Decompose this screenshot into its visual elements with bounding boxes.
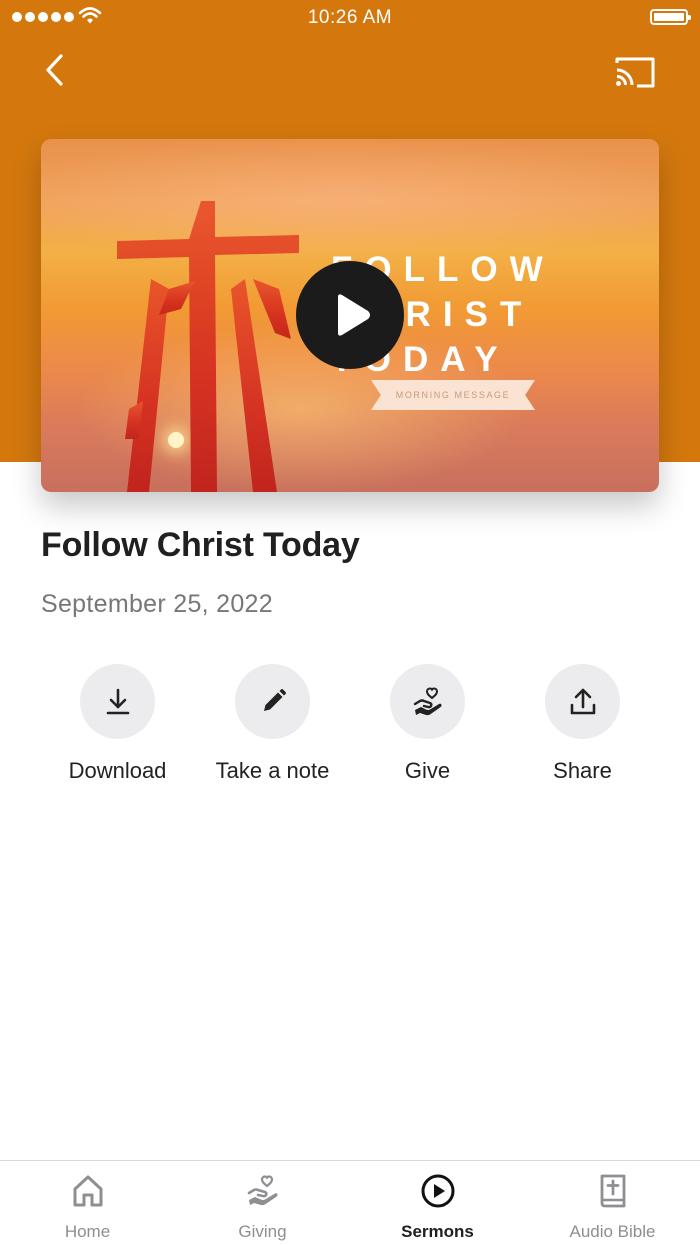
download-button[interactable]: Download <box>40 664 195 794</box>
status-time: 10:26 AM <box>307 7 393 28</box>
tab-audio-bible-label: Audio Bible <box>569 1222 656 1241</box>
tab-giving[interactable]: Giving <box>175 1161 350 1245</box>
tab-home-label: Home <box>64 1222 111 1241</box>
take-note-button-circle <box>235 664 310 739</box>
heart-hand-icon <box>413 687 442 716</box>
sermon-title: Follow Christ Today <box>41 526 360 564</box>
battery-icon <box>650 9 691 25</box>
video-thumbnail[interactable]: FOLLOW CHRIST TODAY MORNING MESSAGE <box>41 139 659 492</box>
play-button[interactable] <box>296 261 404 369</box>
tab-audio-bible[interactable]: Audio Bible <box>525 1161 700 1245</box>
download-button-circle <box>80 664 155 739</box>
share-button[interactable]: Share <box>505 664 660 794</box>
cast-icon <box>615 57 655 88</box>
chevron-left-icon <box>46 54 63 86</box>
tab-bar: Home Giving Sermons Audio Bible <box>0 1160 700 1245</box>
give-button[interactable]: Give <box>350 664 505 794</box>
status-bar: 10:26 AM <box>0 0 700 36</box>
play-circle-icon <box>421 1174 455 1208</box>
give-label: Give <box>404 758 451 783</box>
download-icon <box>106 688 130 715</box>
tab-sermons[interactable]: Sermons <box>350 1161 525 1245</box>
give-button-circle <box>390 664 465 739</box>
heart-hand-icon <box>247 1175 278 1206</box>
share-button-circle <box>545 664 620 739</box>
share-label: Share <box>553 758 612 783</box>
promo-tag-label: MORNING MESSAGE <box>395 390 511 400</box>
download-label: Download <box>68 758 167 783</box>
tab-giving-label: Giving <box>238 1222 287 1241</box>
share-icon <box>570 688 596 715</box>
take-note-button[interactable]: Take a note <box>195 664 350 794</box>
bible-icon <box>600 1174 626 1208</box>
take-note-label: Take a note <box>215 758 330 783</box>
tab-home[interactable]: Home <box>0 1161 175 1245</box>
cast-button[interactable] <box>612 52 658 92</box>
action-row: Download Take a note Give Share <box>40 664 660 794</box>
back-button[interactable] <box>36 50 76 90</box>
promo-tag: MORNING MESSAGE <box>371 380 535 410</box>
pencil-icon <box>264 689 286 711</box>
sermon-date: September 25, 2022 <box>41 590 273 618</box>
tab-sermons-label: Sermons <box>401 1222 474 1241</box>
home-icon <box>73 1175 103 1207</box>
play-icon <box>338 294 370 336</box>
